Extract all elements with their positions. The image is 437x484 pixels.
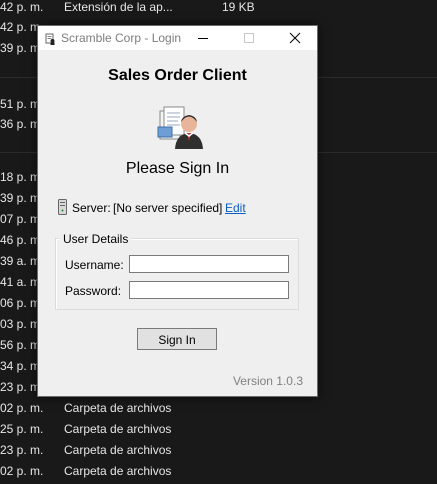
version-label: Version 1.0.3 [232,374,303,388]
server-icon [58,199,67,215]
username-field[interactable] [129,255,289,273]
close-button[interactable] [272,26,318,50]
username-label: Username: [65,258,124,272]
file-time: 42 p. m. [0,0,44,14]
login-dialog: Scramble Corp - Login Sales Order Client [37,25,318,397]
user-details-group [55,238,299,310]
file-time: 25 p. m. [0,422,44,436]
file-type: Carpeta de archivos [64,422,172,436]
file-time: 23 p. m. [0,443,44,457]
sign-in-prompt: Please Sign In [125,160,230,177]
group-label: User Details [60,232,132,246]
password-label: Password: [65,284,122,298]
sign-in-button[interactable]: Sign In [137,328,217,350]
file-size: 19 KB [222,0,255,14]
window-title: Scramble Corp - Login [61,31,182,45]
maximize-button[interactable] [226,26,272,50]
file-type: Carpeta de archivos [64,464,172,478]
user-with-documents-icon [156,105,204,151]
app-heading: Sales Order Client [108,67,247,84]
password-field[interactable] [129,281,289,299]
file-time: 02 p. m. [0,464,44,478]
edit-server-link[interactable]: Edit [225,201,246,215]
server-label: Server: [72,201,111,215]
file-time: 02 p. m. [0,401,44,415]
file-type: Carpeta de archivos [64,443,172,457]
file-type: Carpeta de archivos [64,401,172,415]
file-type: Extensión de la ap... [64,0,173,14]
app-window-icon [44,32,56,45]
server-value: [No server specified] [113,201,223,215]
minimize-button[interactable] [180,26,226,50]
title-bar[interactable]: Scramble Corp - Login [38,26,317,50]
